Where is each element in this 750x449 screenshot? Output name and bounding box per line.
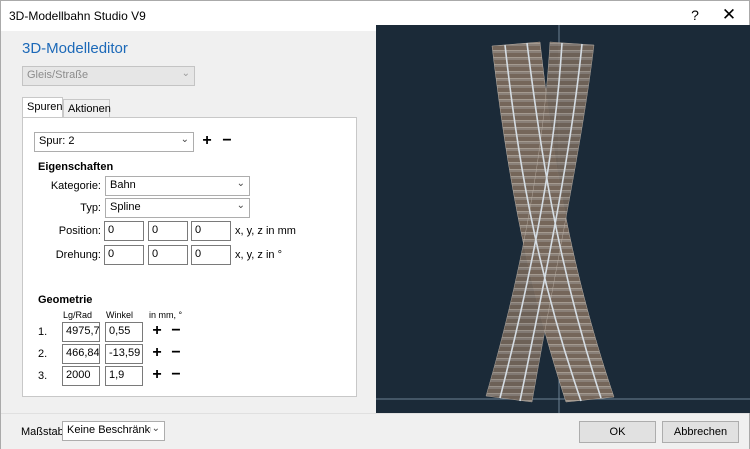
add-segment-button[interactable]: + [148,323,166,341]
rotation-x-field[interactable]: 0 [104,245,144,265]
track-preview [376,25,750,413]
remove-segment-button[interactable]: − [167,323,185,341]
category-label: Kategorie: [50,180,101,192]
close-icon[interactable]: ✕ [717,5,741,25]
bottom-bar: Maßstab: Keine Beschränkung ⌄ OK Abbrech… [1,413,749,449]
tab-aktionen-label: Aktionen [68,103,111,115]
track-select[interactable]: Spur: 2 ⌄ [34,132,194,152]
scale-select[interactable]: Keine Beschränkung ⌄ [62,421,165,441]
chevron-down-icon: ⌄ [181,68,190,79]
remove-track-button[interactable]: − [218,133,236,151]
scale-select-value: Keine Beschränkung [67,424,151,436]
position-unit: x, y, z in mm [235,225,296,237]
rotation-z-field[interactable]: 0 [191,245,231,265]
chevron-down-icon: ⌄ [180,134,189,145]
position-y-field[interactable]: 0 [148,221,188,241]
chevron-down-icon: ⌄ [151,423,160,434]
track-select-value: Spur: 2 [39,135,75,147]
remove-segment-button[interactable]: − [167,367,185,385]
editor-title: 3D-Modelleditor [22,40,128,57]
geometry-length-field[interactable]: 2000 [62,366,100,386]
geometry-col-angle: Winkel [106,310,134,320]
category-select[interactable]: Bahn ⌄ [105,176,250,196]
add-segment-button[interactable]: + [148,345,166,363]
chevron-down-icon: ⌄ [236,178,245,189]
geometry-row-index: 3. [38,370,48,382]
tab-aktionen[interactable]: Aktionen [63,99,111,119]
geometry-angle-field[interactable]: -13,59 [105,344,143,364]
geometry-length-field[interactable]: 4975,78 [62,322,100,342]
window-title: 3D-Modellbahn Studio V9 [9,9,146,23]
type-select[interactable]: Spline ⌄ [105,198,250,218]
position-x-field[interactable]: 0 [104,221,144,241]
cancel-button[interactable]: Abbrechen [662,421,739,443]
geometry-angle-field[interactable]: 0,55 [105,322,143,342]
rotation-y-field[interactable]: 0 [148,245,188,265]
geometry-angle-field[interactable]: 1,9 [105,366,143,386]
help-icon[interactable]: ? [685,7,705,25]
tab-spuren-label: Spuren [27,101,63,113]
category-select-value: Bahn [110,179,136,191]
geometry-length-field[interactable]: 466,84 [62,344,100,364]
properties-heading: Eigenschaften [38,161,114,173]
geometry-col-length: Lg/Rad [63,310,93,320]
dialog-window: 3D-Modellbahn Studio V9 ? ✕ 3D-Modelledi… [0,0,750,449]
add-segment-button[interactable]: + [148,367,166,385]
geometry-row-index: 2. [38,348,48,360]
tab-spuren[interactable]: Spuren [22,97,63,119]
rotation-unit: x, y, z in ° [235,249,282,261]
type-select-value: Spline [110,201,141,213]
geometry-col-unit: in mm, ° [149,310,183,320]
object-type-value: Gleis/Straße [27,69,89,81]
object-type-select: Gleis/Straße ⌄ [22,66,195,86]
chevron-down-icon: ⌄ [236,200,245,211]
scale-label: Maßstab: [21,426,67,438]
remove-segment-button[interactable]: − [167,345,185,363]
type-label: Typ: [80,202,101,214]
position-z-field[interactable]: 0 [191,221,231,241]
ok-button[interactable]: OK [579,421,656,443]
3d-viewport[interactable] [376,25,750,413]
rotation-label: Drehung: [55,249,101,261]
add-track-button[interactable]: + [198,133,216,151]
geometry-row-index: 1. [38,326,48,338]
position-label: Position: [58,225,101,237]
geometry-heading: Geometrie [38,294,93,306]
